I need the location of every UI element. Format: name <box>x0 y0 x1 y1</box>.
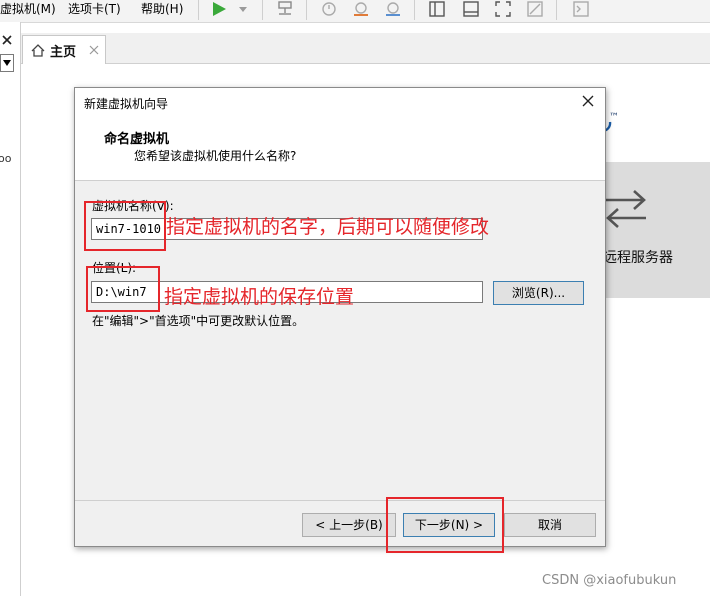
dialog-heading: 命名虚拟机 <box>104 132 170 147</box>
terminal-icon[interactable] <box>572 0 590 18</box>
remote-server-label: 远程服务器 <box>603 250 673 266</box>
dialog-title: 新建虚拟机向导 <box>84 97 169 111</box>
network-icon[interactable] <box>276 0 294 18</box>
dialog-divider <box>75 500 605 501</box>
sidebar-view-icon[interactable] <box>428 0 446 18</box>
dialog-subheading: 您希望该虚拟机使用什么名称? <box>134 149 297 163</box>
menu-help[interactable]: 帮助(H) <box>141 0 183 20</box>
tab-bar <box>21 33 710 64</box>
toolbar-separator <box>556 0 557 20</box>
browse-button[interactable]: 浏览(R)... <box>493 281 584 305</box>
snapshot-icon[interactable] <box>320 0 338 18</box>
toolbar-separator <box>414 0 415 20</box>
annotation-box-name <box>84 201 166 251</box>
menu-vm[interactable]: 虚拟机(M) <box>0 0 56 20</box>
transfer-arrows-icon <box>606 190 646 228</box>
dialog-close-icon[interactable] <box>582 95 594 107</box>
tab-close-icon[interactable] <box>89 45 99 55</box>
home-icon <box>31 44 45 57</box>
tab-home[interactable]: 主页 <box>22 35 106 64</box>
close-icon[interactable] <box>1 34 13 46</box>
annotation-box-next <box>386 497 504 553</box>
connect-remote-server-card[interactable] <box>592 162 710 298</box>
chevron-down-icon <box>3 60 11 66</box>
play-icon[interactable] <box>210 0 228 18</box>
snapshot-manager-icon[interactable] <box>384 0 402 18</box>
cancel-button[interactable]: 取消 <box>504 513 596 537</box>
unity-icon[interactable] <box>526 0 544 18</box>
location-hint: 在"编辑">"首选项"中可更改默认位置。 <box>92 314 305 328</box>
revert-snapshot-icon[interactable] <box>352 0 370 18</box>
menu-tabs[interactable]: 选项卡(T) <box>68 0 121 20</box>
toolbar-separator <box>262 0 263 20</box>
toolbar-separator <box>306 0 307 20</box>
annotation-box-location <box>86 266 160 312</box>
watermark: CSDN @xiaofubukun <box>542 573 677 588</box>
fullscreen-icon[interactable] <box>494 0 512 18</box>
library-panel <box>0 22 21 596</box>
library-search-dropdown[interactable] <box>0 54 14 72</box>
back-button[interactable]: < 上一步(B) <box>302 513 396 537</box>
library-item-text: oo <box>0 152 12 165</box>
tab-home-label: 主页 <box>50 45 77 60</box>
toolbar-separator <box>198 0 199 20</box>
trademark-mark: ™ <box>609 112 619 123</box>
chevron-down-icon[interactable] <box>238 4 248 14</box>
annotation-location-note: 指定虚拟机的保存位置 <box>164 286 355 308</box>
annotation-name-note: 指定虚拟机的名字，后期可以随便修改 <box>166 216 490 238</box>
console-view-icon[interactable] <box>462 0 480 18</box>
